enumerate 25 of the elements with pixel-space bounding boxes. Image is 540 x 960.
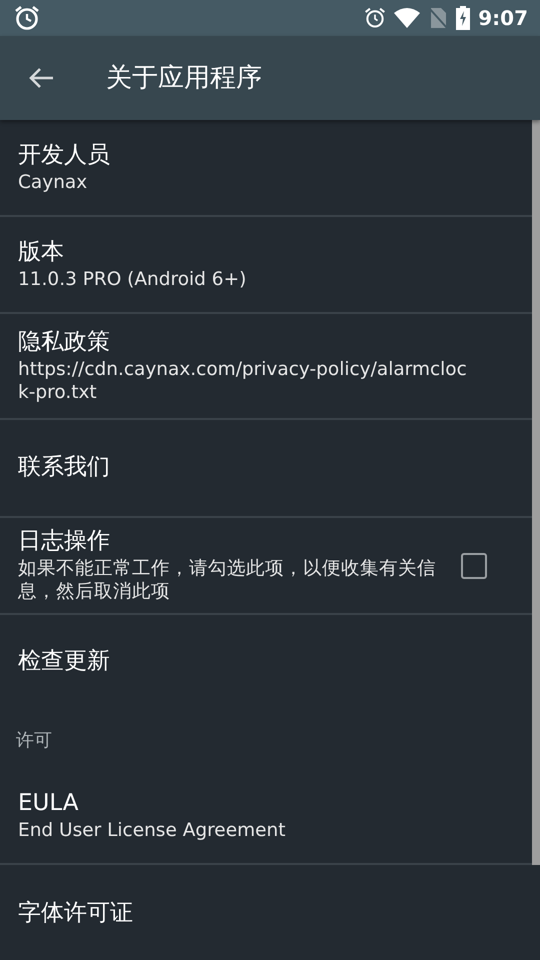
item-summary: 11.0.3 PRO (Android 6+): [18, 268, 248, 291]
screen-title: 关于应用程序: [106, 62, 262, 94]
item-summary: 如果不能正常工作，请勾选此项，以便收集有关信息，然后取消此项: [18, 557, 437, 604]
checkbox[interactable]: [461, 552, 487, 578]
item-title: 开发人员: [18, 140, 111, 170]
item-title: 版本: [18, 238, 65, 267]
item-summary: Caynax: [18, 170, 88, 194]
item-summary: https://cdn.caynax.com/privacy-policy/alarmclock-pro.txt: [18, 358, 468, 404]
battery-charging-icon: [456, 6, 470, 30]
preference-item[interactable]: 字体许可证: [0, 865, 532, 960]
item-summary: End User License Agreement: [18, 818, 286, 842]
alarm-clock-icon: [14, 5, 40, 31]
alarm-clock-icon: [364, 7, 386, 29]
preference-item[interactable]: 检查更新: [0, 615, 532, 709]
item-title: 隐私政策: [18, 328, 111, 357]
item-title: 字体许可证: [18, 899, 134, 928]
back-button[interactable]: [28, 67, 54, 89]
no-sim-icon: [428, 7, 448, 29]
item-title: 联系我们: [18, 453, 111, 482]
item-title: 检查更新: [18, 647, 111, 676]
item-title: EULA: [18, 788, 80, 818]
wifi-icon: [394, 8, 420, 28]
status-time: 9:07: [478, 5, 528, 32]
category-header: 许可: [16, 730, 52, 751]
item-title: 日志操作: [18, 527, 111, 556]
